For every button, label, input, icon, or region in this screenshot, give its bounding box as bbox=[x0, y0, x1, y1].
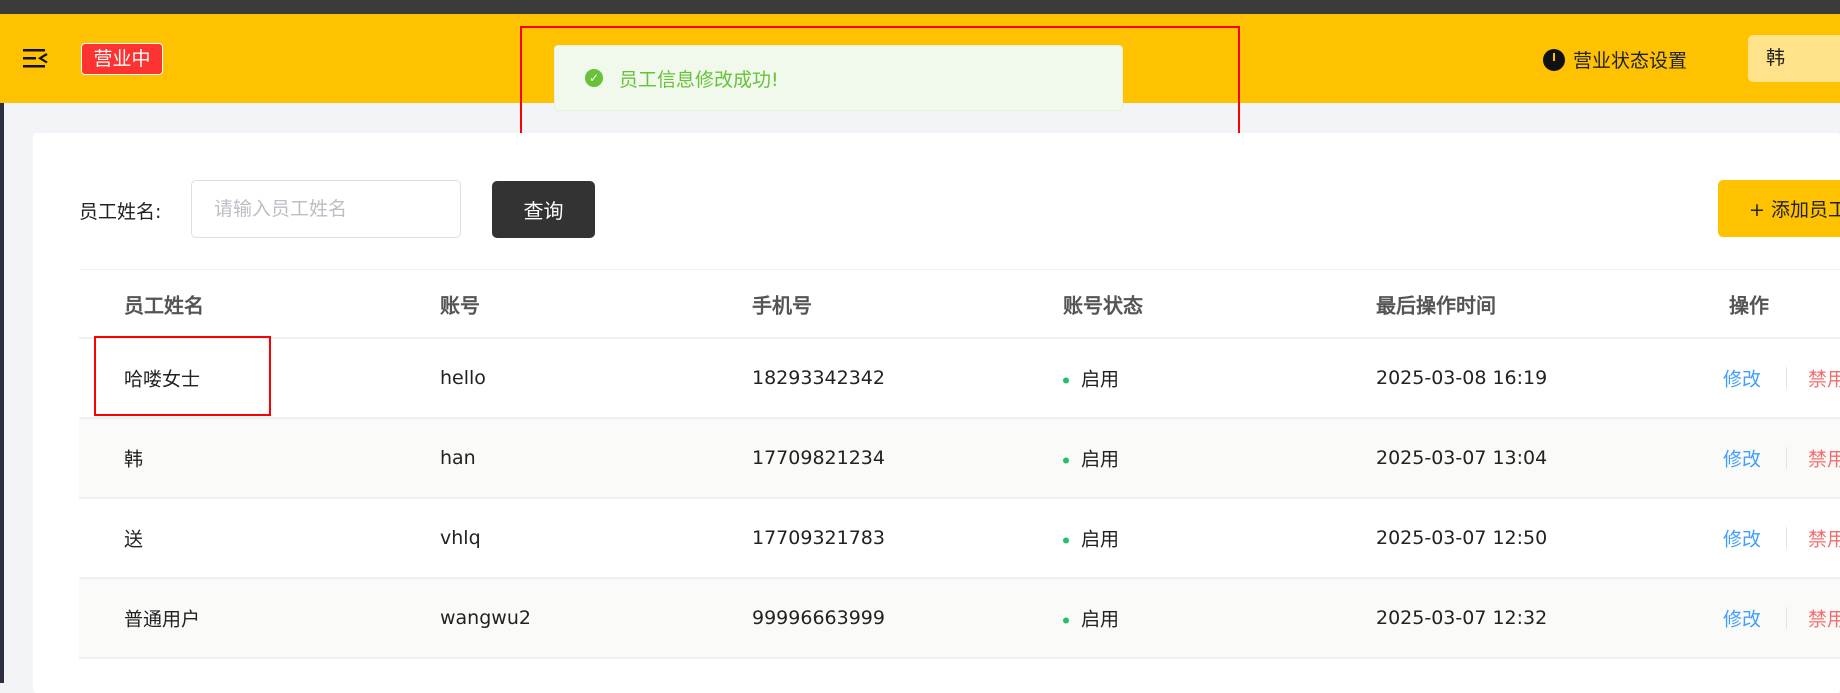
edit-link[interactable]: 修改 bbox=[1723, 365, 1761, 392]
employee-name: 送 bbox=[124, 528, 144, 551]
account: hello bbox=[440, 367, 486, 389]
employee-table: 员工姓名 账号 手机号 账号状态 最后操作时间 操作 哈喽女士 hello 18… bbox=[79, 269, 1840, 659]
add-employee-button[interactable]: + 添加员工 bbox=[1718, 180, 1840, 237]
window-top-bar bbox=[0, 0, 1840, 14]
account: wangwu2 bbox=[440, 607, 531, 629]
status-text: 启用 bbox=[1081, 608, 1120, 631]
employee-name: 哈喽女士 bbox=[124, 368, 201, 391]
column-header: 账号 bbox=[440, 293, 480, 317]
toast-message: 员工信息修改成功! bbox=[619, 68, 779, 91]
account: vhlq bbox=[440, 527, 481, 549]
status-text: 启用 bbox=[1081, 448, 1120, 471]
account-status: 启用 bbox=[1063, 525, 1119, 552]
phone: 99996663999 bbox=[752, 607, 885, 629]
status-dot-icon bbox=[1063, 617, 1069, 623]
search-label: 员工姓名: bbox=[79, 201, 162, 223]
phone: 17709821234 bbox=[752, 447, 885, 469]
last-op-time: 2025-03-07 13:04 bbox=[1376, 447, 1548, 469]
disable-link[interactable]: 禁用 bbox=[1808, 525, 1840, 552]
query-button[interactable]: 查询 bbox=[492, 181, 595, 238]
column-header: 账号状态 bbox=[1063, 293, 1143, 317]
disable-link[interactable]: 禁用 bbox=[1808, 445, 1840, 472]
divider bbox=[1786, 527, 1787, 549]
edit-link[interactable]: 修改 bbox=[1723, 445, 1761, 472]
divider bbox=[1786, 447, 1787, 469]
employee-name-search-input[interactable] bbox=[191, 180, 461, 238]
divider bbox=[1786, 367, 1787, 389]
last-op-time: 2025-03-08 16:19 bbox=[1376, 367, 1548, 389]
account-status: 启用 bbox=[1063, 445, 1119, 472]
disable-link[interactable]: 禁用 bbox=[1808, 605, 1840, 632]
shop-status-settings-button[interactable]: 营业状态设置 bbox=[1543, 46, 1687, 73]
status-dot-icon bbox=[1063, 377, 1069, 383]
status-dot-icon bbox=[1063, 457, 1069, 463]
edit-link[interactable]: 修改 bbox=[1723, 605, 1761, 632]
column-header: 最后操作时间 bbox=[1376, 293, 1496, 317]
phone: 18293342342 bbox=[752, 367, 885, 389]
column-header: 员工姓名 bbox=[124, 293, 204, 317]
employee-name: 韩 bbox=[124, 448, 144, 471]
status-text: 启用 bbox=[1081, 528, 1120, 551]
edit-link[interactable]: 修改 bbox=[1723, 525, 1761, 552]
phone: 17709321783 bbox=[752, 527, 885, 549]
account-status: 启用 bbox=[1063, 365, 1119, 392]
table-header: 员工姓名 账号 手机号 账号状态 最后操作时间 操作 bbox=[79, 270, 1840, 339]
table-row: 韩 han 17709821234 启用 2025-03-07 13:04 修改… bbox=[79, 419, 1840, 499]
account-status: 启用 bbox=[1063, 605, 1119, 632]
shop-status-badge: 营业中 bbox=[81, 43, 163, 75]
account: han bbox=[440, 447, 476, 469]
success-toast: ✓ 员工信息修改成功! bbox=[554, 45, 1123, 111]
column-header: 手机号 bbox=[752, 293, 812, 317]
table-row: 送 vhlq 17709321783 启用 2025-03-07 12:50 修… bbox=[79, 499, 1840, 579]
disable-link[interactable]: 禁用 bbox=[1808, 365, 1840, 392]
sidebar-edge bbox=[0, 103, 4, 683]
clock-icon bbox=[1543, 48, 1565, 71]
success-check-icon: ✓ bbox=[585, 69, 603, 87]
employee-name: 普通用户 bbox=[124, 608, 201, 631]
status-dot-icon bbox=[1063, 537, 1069, 543]
last-op-time: 2025-03-07 12:50 bbox=[1376, 527, 1548, 549]
last-op-time: 2025-03-07 12:32 bbox=[1376, 607, 1548, 629]
divider bbox=[1786, 607, 1787, 629]
column-header: 操作 bbox=[1729, 293, 1769, 317]
status-settings-label: 营业状态设置 bbox=[1573, 50, 1688, 72]
table-row: 普通用户 wangwu2 99996663999 启用 2025-03-07 1… bbox=[79, 579, 1840, 659]
status-text: 启用 bbox=[1081, 368, 1120, 391]
user-menu[interactable]: 韩 bbox=[1748, 35, 1840, 82]
table-row: 哈喽女士 hello 18293342342 启用 2025-03-08 16:… bbox=[79, 339, 1840, 419]
menu-fold-icon[interactable] bbox=[23, 47, 49, 69]
